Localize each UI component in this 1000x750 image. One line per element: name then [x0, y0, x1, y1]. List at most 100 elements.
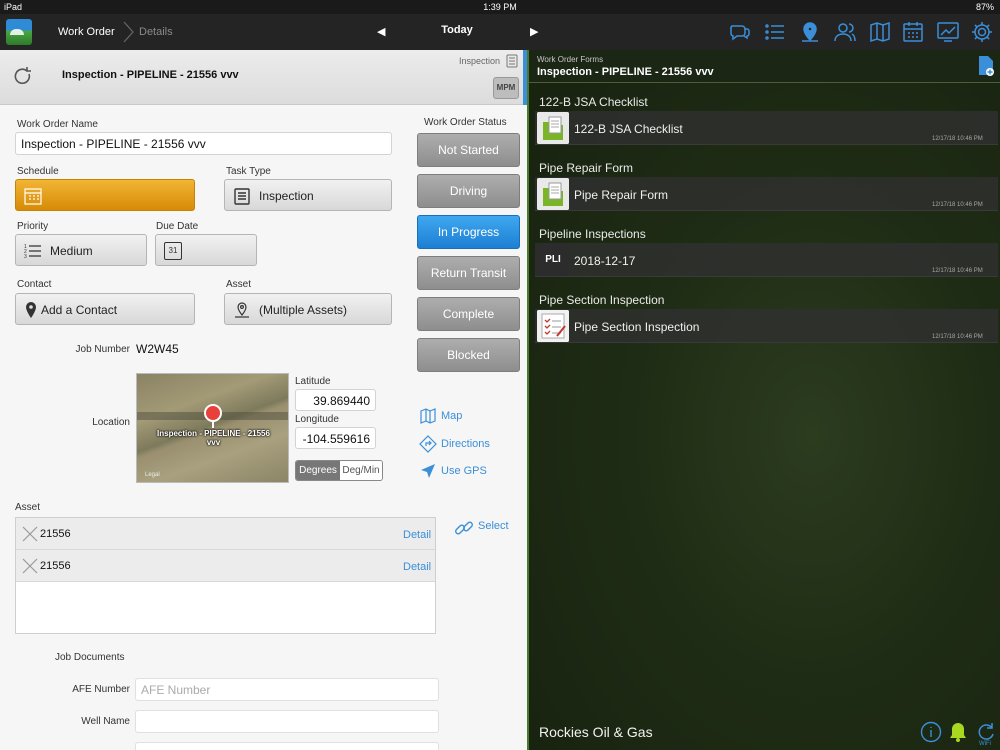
battery-level: 87% [975, 2, 994, 12]
section-header-pipe-repair: Pipe Repair Form [539, 161, 634, 175]
calendar-icon[interactable] [901, 20, 925, 44]
priority-value: Medium [50, 244, 93, 258]
asset-detail-link[interactable]: Detail [403, 529, 431, 541]
select-asset-link[interactable]: Select [478, 520, 509, 532]
priority-label: Priority [17, 221, 49, 232]
asset-list: 21556 Detail 21556 Detail [15, 517, 436, 634]
contact-label: Contact [17, 279, 52, 290]
status-complete-button[interactable]: Complete [417, 297, 520, 331]
map-pin-icon[interactable] [798, 20, 822, 44]
map-pin-label: Inspection - PIPELINE - 21556 vvv [157, 429, 270, 447]
asset-label: Asset [226, 279, 252, 290]
directions-icon[interactable] [419, 435, 437, 453]
status-bar: iPad 1:39 PM 87% [0, 0, 1000, 14]
remove-asset-icon[interactable] [22, 558, 38, 574]
form-row-jsa-checklist[interactable]: 122-B JSA Checklist 12/17/18 10:46 PM [535, 111, 998, 145]
calendar-day-icon: 31 [164, 242, 182, 260]
status-return-transit-button[interactable]: Return Transit [417, 256, 520, 290]
work-order-header: Inspection - PIPELINE - 21556 vvv Inspec… [0, 50, 527, 105]
next-field[interactable] [135, 742, 439, 750]
status-driving-button[interactable]: Driving [417, 174, 520, 208]
asset-value: (Multiple Assets) [259, 303, 348, 317]
chat-icon[interactable] [728, 20, 752, 44]
form-timestamp: 12/17/18 10:46 PM [932, 334, 983, 340]
breadcrumb-details[interactable]: Details [139, 26, 173, 38]
well-name-field[interactable] [135, 710, 439, 733]
add-contact-button[interactable]: Add a Contact [15, 293, 195, 325]
add-form-icon[interactable] [977, 55, 995, 77]
next-day-button[interactable]: ▶ [530, 25, 538, 38]
top-navigation-bar: Work Order Details ◀ Today ▶ [0, 14, 1000, 50]
afe-number-field[interactable]: AFE Number [135, 678, 439, 701]
asset-detail-link[interactable]: Detail [403, 561, 431, 573]
asset-list-label: Asset [15, 502, 41, 513]
link-icon[interactable] [453, 517, 475, 539]
due-date-label: Due Date [156, 221, 199, 232]
job-number-label: Job Number [75, 344, 130, 355]
app-logo[interactable] [6, 19, 32, 45]
longitude-label: Longitude [295, 414, 339, 425]
status-blocked-button[interactable]: Blocked [417, 338, 520, 372]
form-name: Pipe Section Inspection [574, 320, 700, 334]
location-map-thumbnail[interactable]: Inspection - PIPELINE - 21556 vvv Legal [136, 373, 289, 483]
forms-title: Inspection - PIPELINE - 21556 vvv [537, 66, 714, 78]
directions-link[interactable]: Directions [441, 438, 490, 450]
schedule-button[interactable] [15, 179, 195, 211]
company-name: Rockies Oil & Gas [539, 724, 653, 740]
afe-number-placeholder: AFE Number [141, 683, 211, 697]
gps-arrow-icon[interactable] [419, 462, 437, 480]
settings-icon[interactable] [970, 20, 994, 44]
checklist-icon [537, 310, 569, 342]
work-order-name-field[interactable]: Inspection - PIPELINE - 21556 vvv [15, 132, 392, 155]
latitude-field[interactable]: 39.869440 [295, 389, 376, 411]
form-row-pipe-section-inspection[interactable]: Pipe Section Inspection 12/17/18 10:46 P… [535, 309, 998, 343]
form-name: 2018-12-17 [574, 254, 636, 268]
form-row-pipe-repair[interactable]: Pipe Repair Form 12/17/18 10:46 PM [535, 177, 998, 211]
use-gps-link[interactable]: Use GPS [441, 465, 487, 477]
map-pin-stem [212, 420, 214, 428]
longitude-field[interactable]: -104.559616 [295, 427, 376, 449]
info-icon[interactable] [920, 721, 942, 743]
asset-row[interactable]: 21556 Detail [16, 518, 435, 550]
forms-subtitle: Work Order Forms [537, 55, 604, 64]
map-link[interactable]: Map [441, 410, 462, 422]
contacts-icon[interactable] [833, 20, 857, 44]
map-link-icon[interactable] [419, 407, 437, 425]
wifi-status: WiFi [979, 741, 991, 747]
asset-button[interactable]: (Multiple Assets) [224, 293, 392, 325]
asset-row[interactable]: 21556 Detail [16, 550, 435, 582]
asset-id: 21556 [40, 560, 71, 572]
degrees-option[interactable]: Degrees [296, 461, 340, 480]
afe-number-label: AFE Number [72, 684, 130, 695]
status-in-progress-button[interactable]: In Progress [417, 215, 520, 249]
status-not-started-button[interactable]: Not Started [417, 133, 520, 167]
clipboard-icon [234, 188, 250, 205]
task-type-label: Task Type [226, 166, 271, 177]
deg-min-option[interactable]: Deg/Min [340, 461, 382, 480]
document-icon[interactable] [506, 54, 518, 68]
mpm-button[interactable]: MPM [493, 77, 519, 99]
today-label[interactable]: Today [425, 24, 489, 36]
work-order-detail-panel: Inspection - PIPELINE - 21556 vvv Inspec… [0, 50, 527, 750]
task-type-tag: Inspection [459, 56, 501, 66]
priority-button[interactable]: 123 Medium [15, 234, 147, 266]
green-form-icon [537, 112, 569, 144]
task-type-button[interactable]: Inspection [224, 179, 392, 211]
map-icon[interactable] [868, 20, 892, 44]
work-order-forms-panel: Work Order Forms Inspection - PIPELINE -… [527, 50, 1000, 750]
remove-asset-icon[interactable] [22, 526, 38, 542]
list-icon[interactable] [763, 20, 787, 44]
calendar-grid-icon [24, 188, 42, 205]
refresh-icon[interactable] [12, 66, 34, 88]
form-row-pipeline-inspection[interactable]: PLI 2018-12-17 12/17/18 10:46 PM [535, 243, 998, 277]
form-name: 122-B JSA Checklist [574, 122, 683, 136]
map-legal-link[interactable]: Legal [145, 472, 160, 478]
notification-bell-icon[interactable] [947, 721, 969, 743]
sync-icon[interactable] [975, 721, 997, 743]
chart-icon[interactable] [936, 20, 960, 44]
green-form-icon [537, 178, 569, 210]
schedule-label: Schedule [17, 166, 59, 177]
breadcrumb-work-order[interactable]: Work Order [58, 26, 115, 38]
due-date-button[interactable]: 31 [155, 234, 257, 266]
previous-day-button[interactable]: ◀ [377, 25, 385, 38]
